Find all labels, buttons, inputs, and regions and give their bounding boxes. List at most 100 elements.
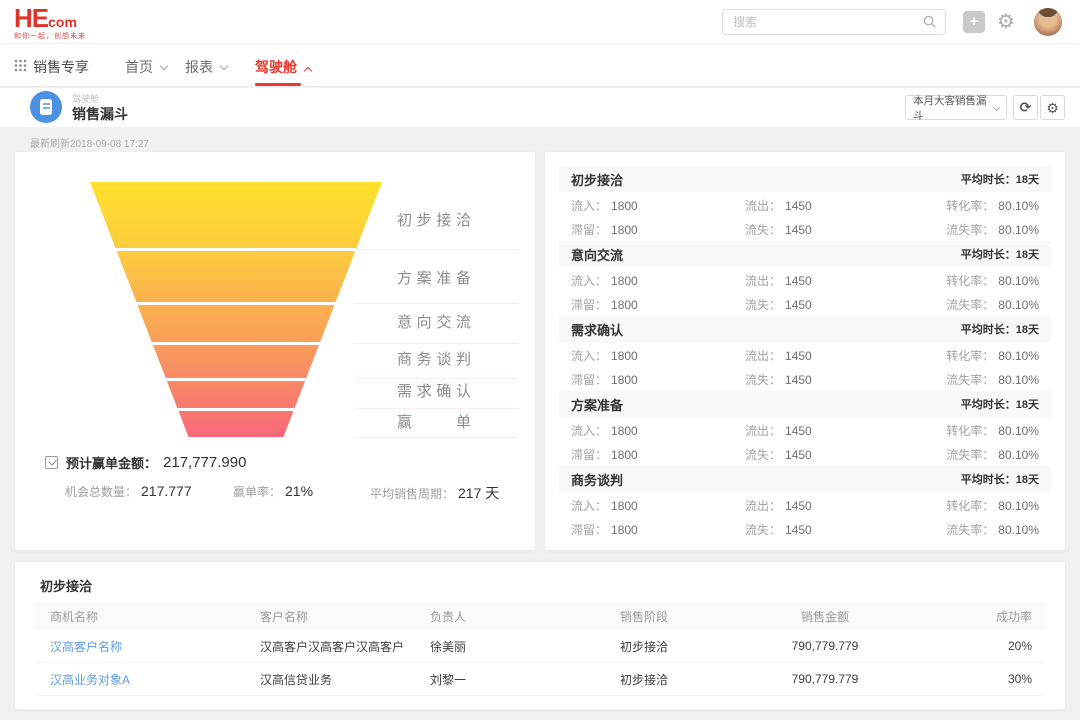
expected-win-amount: 预计赢单金额： 217,777.990 bbox=[45, 454, 246, 470]
metrics-row: 滞留：1800 流失：1450 流失率：80.10% bbox=[559, 441, 1051, 465]
col-header: 客户名称 bbox=[260, 608, 430, 625]
funnel-segment bbox=[138, 305, 335, 342]
brand-logo: HEcom 和你一起，创想未来 bbox=[14, 5, 86, 40]
metrics-row: 滞留：1800 流失：1450 流失率：80.10% bbox=[559, 216, 1051, 240]
sales-funnel-chart bbox=[90, 182, 382, 438]
guide-line bbox=[355, 249, 519, 250]
chevron-down-icon bbox=[993, 104, 1000, 111]
col-header: 商机名称 bbox=[50, 608, 260, 625]
nav-item-home[interactable]: 首页 bbox=[125, 57, 167, 77]
app-grid-icon[interactable] bbox=[14, 59, 27, 72]
settings-icon[interactable]: ⚙ bbox=[997, 8, 1015, 36]
stat-opportunity-count: 机会总数量：217.777 bbox=[65, 483, 192, 500]
metrics-row: 流入：1800 流出：1450 转化率：80.10% bbox=[559, 192, 1051, 216]
col-header: 负责人 bbox=[430, 608, 620, 625]
cell-customer: 汉高客户汉高客户汉高客户 bbox=[260, 638, 430, 655]
refresh-button[interactable]: ⟳ bbox=[1013, 95, 1038, 120]
user-avatar[interactable] bbox=[1034, 8, 1062, 36]
metrics-row: 流入：1800 流出：1450 转化率：80.10% bbox=[559, 492, 1051, 516]
funnel-stage-label: 商务谈判 bbox=[397, 352, 471, 368]
logo-text: HE bbox=[14, 3, 48, 33]
funnel-segment bbox=[179, 411, 294, 437]
chevron-up-icon bbox=[304, 67, 312, 75]
cell-stage: 初步接洽 bbox=[620, 671, 730, 688]
cell-owner: 刘黎一 bbox=[430, 671, 620, 688]
page-title-bar: 驾驶舱 销售漏斗 本月大客销售漏斗 ⟳ ⚙ bbox=[0, 88, 1080, 127]
funnel-card: 初步接洽 方案准备 意向交流 商务谈判 需求确认 赢单 预计赢单金额： 217,… bbox=[15, 152, 535, 550]
search-icon bbox=[923, 15, 937, 29]
table-row: 汉高客户名称 汉高客户汉高客户汉高客户 徐美丽 初步接洽 790,779.779… bbox=[35, 630, 1045, 663]
funnel-segment bbox=[153, 345, 319, 378]
page-title: 销售漏斗 bbox=[72, 104, 128, 124]
cell-owner: 徐美丽 bbox=[430, 638, 620, 655]
add-icon[interactable]: + bbox=[963, 11, 985, 33]
metrics-row: 滞留：1800 流失：1450 流失率：80.10% bbox=[559, 366, 1051, 390]
stage-section-header: 需求确认 平均时长：18天 bbox=[559, 316, 1051, 342]
metrics-row: 滞留：1800 流失：1450 流失率：80.10% bbox=[559, 516, 1051, 540]
chevron-down-icon bbox=[160, 62, 168, 70]
last-refresh-time: 最新刷新2018-09-08 17:27 bbox=[30, 135, 149, 150]
stage-section-header: 商务谈判 平均时长：18天 bbox=[559, 466, 1051, 492]
global-search[interactable] bbox=[722, 9, 946, 35]
report-icon bbox=[30, 91, 62, 123]
stage-section-header: 方案准备 平均时长：18天 bbox=[559, 391, 1051, 417]
cell-amount: 790,779.779 bbox=[730, 639, 920, 653]
stage-section: 意向交流 平均时长：18天 流入：1800 流出：1450 转化率：80.10%… bbox=[559, 241, 1051, 316]
metrics-row: 流入：1800 流出：1450 转化率：80.10% bbox=[559, 417, 1051, 441]
funnel-segment bbox=[167, 381, 305, 408]
top-header: HEcom 和你一起，创想未来 + ⚙ bbox=[0, 0, 1080, 44]
table-row: 汉高业务对象A 汉高信贷业务 刘黎一 初步接洽 790,779.779 30% bbox=[35, 663, 1045, 696]
funnel-stage-label: 初步接洽 bbox=[397, 213, 471, 229]
col-header: 销售阶段 bbox=[620, 608, 730, 625]
metrics-row: 流入：1800 流出：1450 转化率：80.10% bbox=[559, 267, 1051, 291]
nav-item-reports[interactable]: 报表 bbox=[185, 57, 227, 77]
metrics-row: 流入：1800 流出：1450 转化率：80.10% bbox=[559, 342, 1051, 366]
search-input[interactable] bbox=[733, 15, 923, 29]
funnel-stage-label: 方案准备 bbox=[397, 271, 471, 287]
stage-section: 商务谈判 平均时长：18天 流入：1800 流出：1450 转化率：80.10%… bbox=[559, 466, 1051, 541]
cell-stage: 初步接洽 bbox=[620, 638, 730, 655]
stat-win-rate: 赢单率：21% bbox=[233, 483, 313, 500]
funnel-segment bbox=[117, 251, 356, 302]
stage-section-header: 初步接洽 平均时长：18天 bbox=[559, 166, 1051, 192]
stage-details-card: 初步接洽 平均时长：18天 流入：1800 流出：1450 转化率：80.10%… bbox=[545, 152, 1065, 550]
stage-section: 方案准备 平均时长：18天 流入：1800 流出：1450 转化率：80.10%… bbox=[559, 391, 1051, 466]
funnel-stats: 机会总数量：217.777 赢单率：21% 平均销售周期：217 天 bbox=[15, 483, 535, 499]
sales-dashboard: HEcom 和你一起，创想未来 + ⚙ 销售专享 首页 报表 驾驶舱 驾驶舱 销… bbox=[0, 0, 1080, 720]
funnel-filter-select[interactable]: 本月大客销售漏斗 bbox=[905, 95, 1007, 120]
col-header: 成功率 bbox=[920, 608, 1032, 625]
stage-section-header: 意向交流 平均时长：18天 bbox=[559, 241, 1051, 267]
stat-avg-cycle: 平均销售周期：217 天 bbox=[370, 483, 499, 503]
guide-line bbox=[355, 437, 519, 438]
cell-amount: 790,779.779 bbox=[730, 672, 920, 686]
stage-section: 需求确认 平均时长：18天 流入：1800 流出：1450 转化率：80.10%… bbox=[559, 316, 1051, 391]
brand-tagline: 和你一起，创想未来 bbox=[14, 33, 86, 40]
nav-item-cockpit[interactable]: 驾驶舱 bbox=[255, 57, 311, 77]
opportunity-link[interactable]: 汉高客户名称 bbox=[50, 638, 260, 655]
cell-customer: 汉高信贷业务 bbox=[260, 671, 430, 688]
cell-success-rate: 30% bbox=[920, 672, 1032, 686]
cell-success-rate: 20% bbox=[920, 639, 1032, 653]
funnel-stage-label: 意向交流 bbox=[397, 315, 471, 331]
col-header: 销售金额 bbox=[730, 608, 920, 625]
funnel-stage-label: 赢单 bbox=[397, 415, 471, 431]
opportunity-link[interactable]: 汉高业务对象A bbox=[50, 671, 260, 688]
opportunity-table-card: 初步接洽 商机名称 客户名称 负责人 销售阶段 销售金额 成功率 汉高客户名称 … bbox=[15, 562, 1065, 709]
active-tab-indicator bbox=[255, 83, 301, 86]
funnel-segment bbox=[90, 182, 382, 248]
gear-icon: ⚙ bbox=[1046, 100, 1059, 116]
table-title: 初步接洽 bbox=[40, 576, 92, 595]
checkbox-icon[interactable] bbox=[45, 456, 58, 469]
chevron-down-icon bbox=[220, 62, 228, 70]
guide-line bbox=[355, 378, 519, 379]
main-nav: 销售专享 首页 报表 驾驶舱 bbox=[0, 44, 1080, 87]
funnel-stage-label: 需求确认 bbox=[397, 384, 471, 400]
table-header: 商机名称 客户名称 负责人 销售阶段 销售金额 成功率 bbox=[35, 602, 1045, 630]
guide-line bbox=[355, 343, 519, 344]
card-settings-button[interactable]: ⚙ bbox=[1040, 95, 1065, 120]
app-name: 销售专享 bbox=[33, 57, 89, 77]
guide-line bbox=[355, 408, 519, 409]
stage-section: 初步接洽 平均时长：18天 流入：1800 流出：1450 转化率：80.10%… bbox=[559, 166, 1051, 241]
guide-line bbox=[355, 303, 519, 304]
metrics-row: 滞留：1800 流失：1450 流失率：80.10% bbox=[559, 291, 1051, 315]
